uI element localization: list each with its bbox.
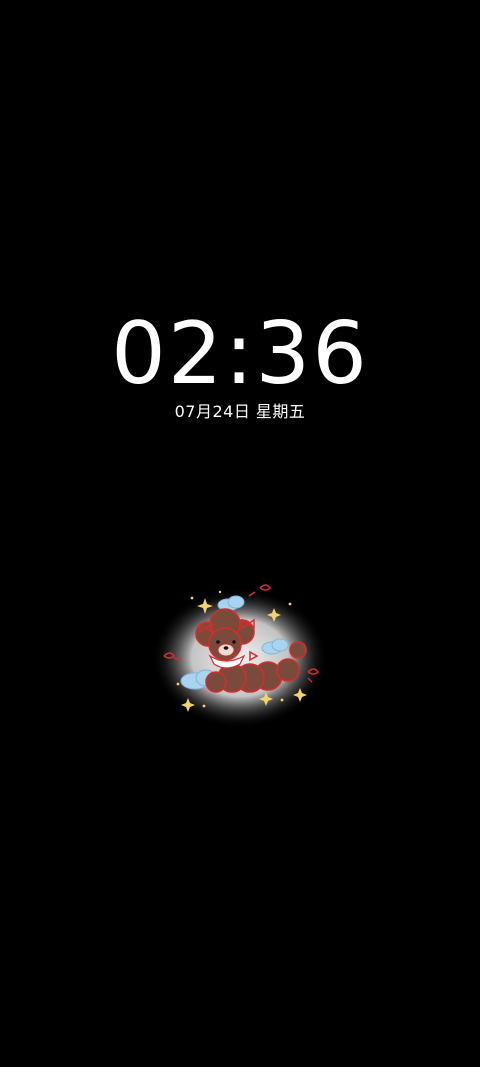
poodle-sticker-icon bbox=[150, 578, 330, 728]
lockscreen-clock: 02:36 bbox=[111, 304, 369, 404]
lockscreen-date: 07月24日 星期五 bbox=[174, 402, 306, 421]
